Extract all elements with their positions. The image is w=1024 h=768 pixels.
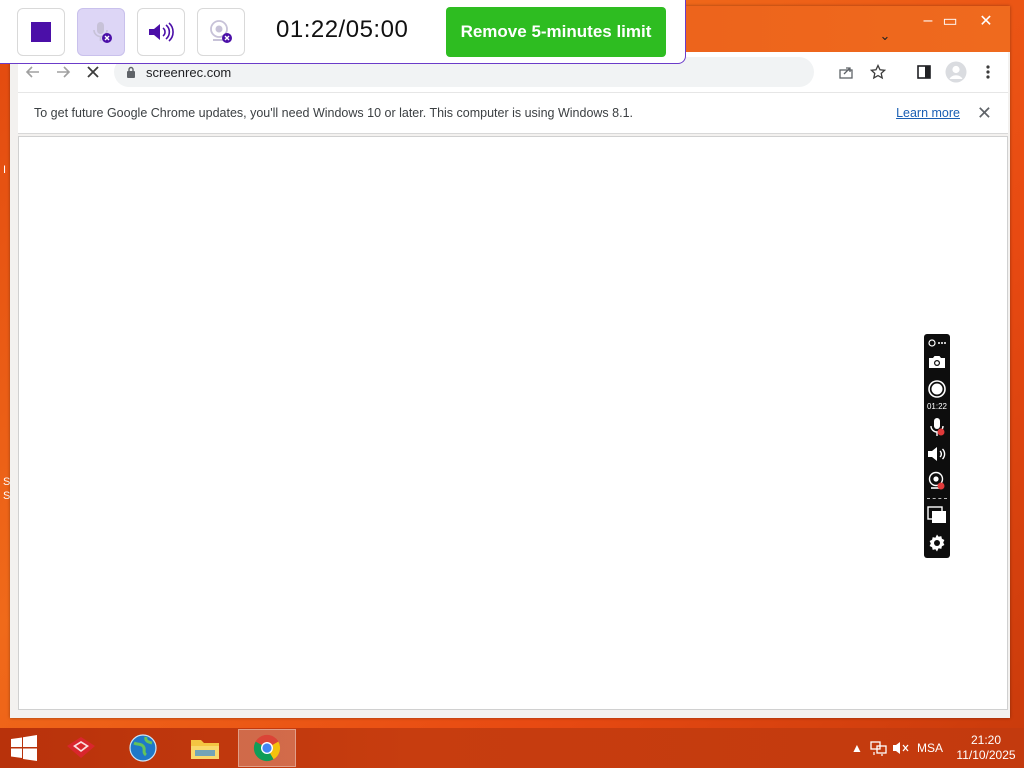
webcam-toggle-button[interactable] xyxy=(197,8,245,56)
side-panel-icon[interactable] xyxy=(910,58,938,86)
webcam-off-icon xyxy=(210,20,232,43)
screenrec-side-panel: 01:22 xyxy=(924,334,950,558)
speaker-icon[interactable] xyxy=(924,444,950,464)
screenrec-recording-bar: 01:22/05:00 Remove 5-minutes limit xyxy=(0,0,686,64)
taskbar-app-toolbox[interactable] xyxy=(52,728,110,768)
stop-icon xyxy=(31,22,51,42)
panel-grip-icon[interactable] xyxy=(924,336,950,350)
remove-limit-button[interactable]: Remove 5-minutes limit xyxy=(446,7,666,57)
taskbar-app-globe[interactable] xyxy=(114,728,172,768)
taskbar-clock[interactable]: 21:20 11/10/2025 xyxy=(948,733,1024,763)
webcam-off-icon[interactable] xyxy=(924,470,950,492)
learn-more-link[interactable]: Learn more xyxy=(896,106,960,120)
lock-icon xyxy=(126,66,136,78)
system-tray: ▲ MSA 21:20 11/10/2025 xyxy=(846,728,1024,768)
microphone-muted-icon xyxy=(93,22,112,43)
folder-icon xyxy=(191,740,219,759)
tab-search-dropdown-icon[interactable]: ⌄ xyxy=(874,28,896,46)
maximize-button[interactable]: ▭ xyxy=(936,10,964,32)
show-hidden-icons-chevron-icon[interactable]: ▲ xyxy=(846,741,868,755)
windows-taskbar: ▲ MSA 21:20 11/10/2025 xyxy=(0,728,1024,768)
taskbar-app-file-explorer[interactable] xyxy=(176,728,234,768)
window-capture-icon[interactable] xyxy=(924,504,950,526)
start-button[interactable] xyxy=(0,728,48,768)
profile-avatar[interactable] xyxy=(942,58,970,86)
input-language[interactable]: MSA xyxy=(912,741,948,755)
share-icon[interactable] xyxy=(832,58,860,86)
system-audio-button[interactable] xyxy=(137,8,185,56)
microphone-muted-icon[interactable] xyxy=(924,416,950,438)
taskbar-app-chrome[interactable] xyxy=(238,729,296,767)
network-icon[interactable] xyxy=(868,740,890,756)
speaker-icon xyxy=(149,22,174,42)
volume-muted-icon[interactable] xyxy=(890,740,912,756)
chrome-icon xyxy=(253,734,281,762)
side-panel-timer: 01:22 xyxy=(926,401,948,411)
clock-time: 21:20 xyxy=(970,733,1002,747)
panel-divider xyxy=(927,498,947,499)
chrome-window: – ▭ ✕ ⌄ screenrec.com To get future Goog… xyxy=(10,6,1010,718)
microphone-toggle-button[interactable] xyxy=(77,8,125,56)
clock-date: 11/10/2025 xyxy=(956,748,1016,762)
page-content xyxy=(18,136,1008,710)
desktop-glyph: I xyxy=(3,164,7,176)
windows-logo-icon xyxy=(11,735,37,761)
update-infobar: To get future Google Chrome updates, you… xyxy=(18,92,1008,134)
infobar-message: To get future Google Chrome updates, you… xyxy=(34,106,633,120)
url-text: screenrec.com xyxy=(146,64,232,80)
stop-recording-button[interactable] xyxy=(17,8,65,56)
bookmark-star-icon[interactable] xyxy=(864,58,892,86)
close-window-button[interactable]: ✕ xyxy=(972,10,1000,32)
infobar-close-icon[interactable]: ✕ xyxy=(977,103,992,124)
red-app-icon xyxy=(67,737,95,758)
globe-app-icon xyxy=(129,734,157,762)
recording-timer: 01:22/05:00 xyxy=(276,16,409,43)
record-button-icon[interactable] xyxy=(924,378,950,400)
screenshot-camera-icon[interactable] xyxy=(924,352,950,372)
more-menu-icon[interactable] xyxy=(974,58,1002,86)
settings-gear-icon[interactable] xyxy=(924,532,950,554)
